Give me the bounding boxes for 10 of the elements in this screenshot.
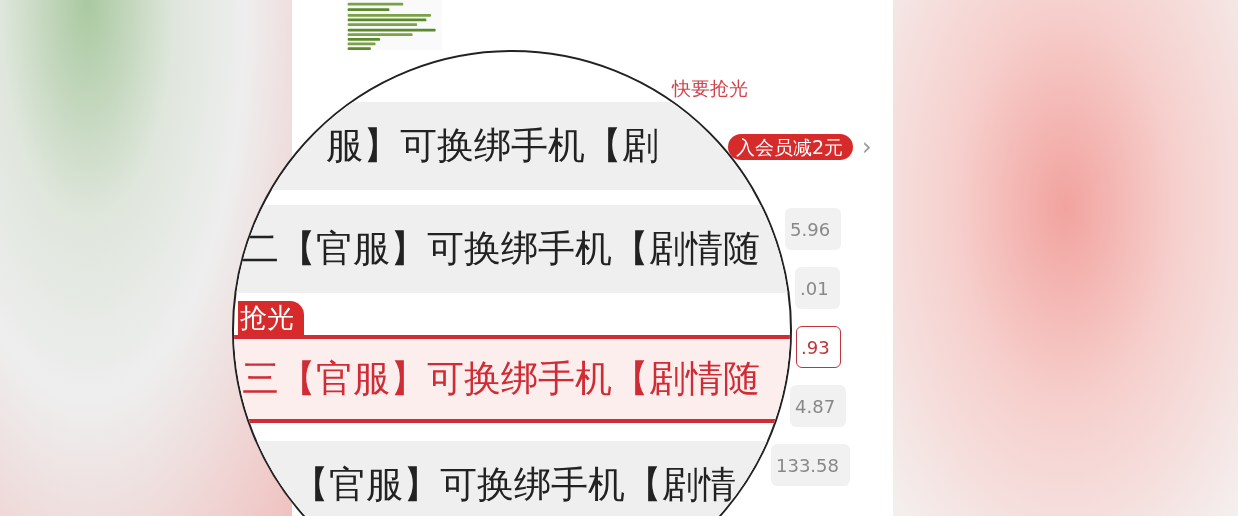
chevron-icon[interactable]: › bbox=[862, 134, 872, 160]
stock-tag: 抢光 bbox=[238, 301, 304, 335]
stock-label: 快要抢光 bbox=[672, 76, 748, 100]
member-discount-badge[interactable]: 入会员减2元 bbox=[728, 134, 854, 160]
product-title[interactable]: 服】可换绑手机【剧 bbox=[326, 124, 659, 168]
price-option[interactable]: 5.96 bbox=[785, 208, 842, 250]
price-option[interactable]: 133.58 bbox=[771, 444, 850, 486]
price-option[interactable]: 4.87 bbox=[790, 385, 847, 427]
price-option[interactable]: .93 bbox=[796, 326, 841, 368]
price-option[interactable]: .01 bbox=[795, 267, 840, 309]
